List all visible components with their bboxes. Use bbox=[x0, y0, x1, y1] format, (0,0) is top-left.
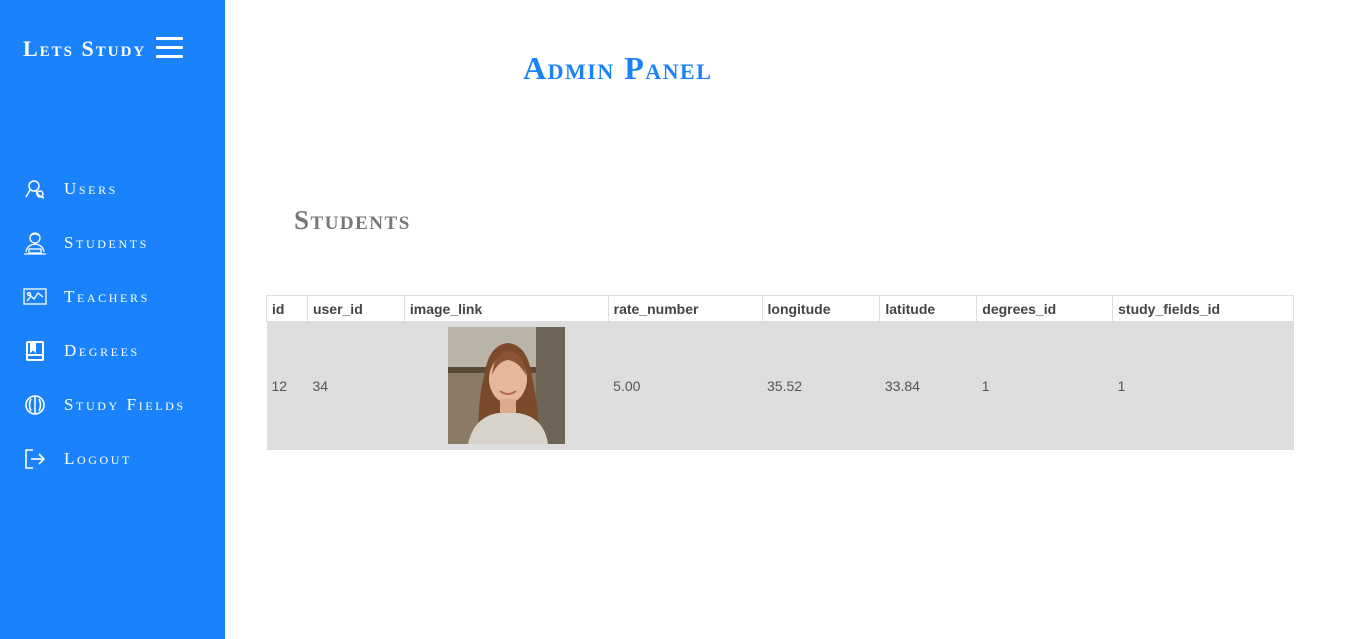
sidebar-item-teachers[interactable]: Teachers bbox=[0, 270, 225, 324]
page-title: Admin Panel bbox=[523, 50, 713, 86]
sidebar-item-label: Teachers bbox=[64, 287, 150, 306]
hamburger-menu-icon[interactable] bbox=[156, 37, 183, 60]
sidebar-nav: Users Students Teachers Degrees Study Fi… bbox=[0, 162, 225, 486]
table-header-row: id user_id image_link rate_number longit… bbox=[266, 295, 1294, 322]
sidebar-item-label: Students bbox=[64, 233, 149, 252]
book-icon bbox=[22, 338, 48, 364]
column-header-degrees-id: degrees_id bbox=[976, 295, 1114, 322]
column-header-user-id: user_id bbox=[306, 295, 405, 322]
cell-image-link bbox=[404, 321, 609, 450]
brand-title: Lets Study bbox=[23, 36, 147, 61]
student-icon bbox=[22, 230, 48, 256]
column-header-longitude: longitude bbox=[761, 295, 881, 322]
section-title: Students bbox=[294, 205, 411, 235]
cell-latitude: 33.84 bbox=[879, 321, 977, 450]
students-table: id user_id image_link rate_number longit… bbox=[266, 295, 1294, 450]
cell-study-fields-id: 1 bbox=[1112, 321, 1294, 450]
column-header-id: id bbox=[266, 295, 308, 322]
sidebar: Lets Study Users Students Teachers Degre… bbox=[0, 0, 225, 639]
cell-rate-number: 5.00 bbox=[608, 321, 762, 450]
sidebar-item-degrees[interactable]: Degrees bbox=[0, 324, 225, 378]
cell-degrees-id: 1 bbox=[976, 321, 1113, 450]
column-header-latitude: latitude bbox=[879, 295, 978, 322]
sidebar-item-logout[interactable]: Logout bbox=[0, 432, 225, 486]
sidebar-item-study-fields[interactable]: Study Fields bbox=[0, 378, 225, 432]
cell-id: 12 bbox=[266, 321, 308, 450]
users-icon bbox=[22, 176, 48, 202]
column-header-study-fields-id: study_fields_id bbox=[1112, 295, 1294, 322]
sidebar-item-label: Logout bbox=[64, 449, 132, 468]
sidebar-item-label: Study Fields bbox=[64, 395, 186, 414]
brain-icon bbox=[22, 392, 48, 418]
teacher-board-icon bbox=[22, 284, 48, 310]
sidebar-item-users[interactable]: Users bbox=[0, 162, 225, 216]
logout-icon bbox=[22, 446, 48, 472]
sidebar-item-label: Users bbox=[64, 179, 118, 198]
cell-longitude: 35.52 bbox=[762, 321, 880, 450]
student-photo bbox=[447, 327, 565, 445]
column-header-rate-number: rate_number bbox=[607, 295, 763, 322]
table-row: 12 34 5.00 35.52 33.84 1 1 bbox=[266, 321, 1294, 450]
sidebar-item-students[interactable]: Students bbox=[0, 216, 225, 270]
column-header-image-link: image_link bbox=[403, 295, 609, 322]
sidebar-item-label: Degrees bbox=[64, 341, 140, 360]
cell-user-id: 34 bbox=[307, 321, 405, 450]
